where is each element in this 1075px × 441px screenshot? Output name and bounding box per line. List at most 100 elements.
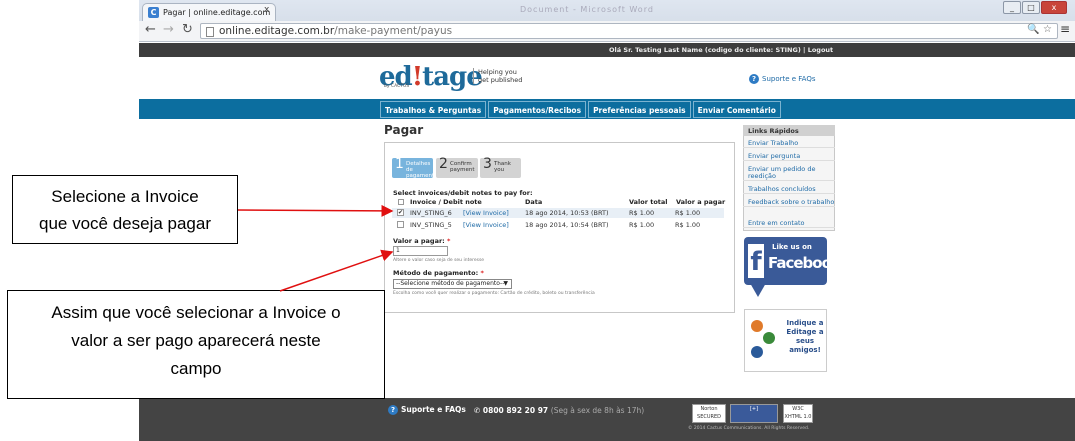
chevron-down-icon: ▼ (503, 280, 508, 287)
method-value: --Selecione método de pagamento-- (396, 280, 505, 287)
amount-label: Valor a pagar: * (393, 237, 450, 245)
facebook-banner-tail (750, 283, 766, 297)
logo-bang: ! (411, 62, 423, 92)
footer-support-link[interactable]: ? Suporte e FAQs (388, 405, 466, 415)
required-mark: * (447, 237, 451, 245)
amount-help: Altere o valor caso seja de seu interess… (393, 258, 485, 263)
quick-link-enviar-pergunta[interactable]: Enviar pergunta (743, 153, 835, 161)
support-link[interactable]: ? Suporte e FAQs (749, 74, 816, 84)
invoice-id: INV_STING_5 (410, 221, 452, 229)
table-row[interactable]: ✔ INV_STING_6 [View Invoice] 18 ago 2014… (392, 208, 724, 218)
tagline-line-1: Helping you (478, 68, 517, 76)
step-label: Confirm payment (450, 161, 475, 173)
arrow-to-amount (279, 249, 394, 292)
nav-comentario[interactable]: Enviar Comentário (692, 101, 781, 118)
view-invoice-link[interactable]: [View Invoice] (463, 221, 509, 229)
browser-tab[interactable]: C Pagar | online.editage.com (142, 3, 276, 21)
invoice-to-pay: R$ 1.00 (675, 221, 701, 229)
callout-amount-field: Assim que você selecionar a Invoice o va… (7, 290, 385, 399)
page-icon (206, 27, 214, 37)
minimize-button[interactable]: _ (1003, 1, 1021, 14)
quick-link-concluidos[interactable]: Trabalhos concluídos (743, 186, 835, 194)
security-badge[interactable]: [+] (730, 404, 778, 423)
step-label: Detalhes de pagamento (406, 161, 438, 179)
tagline: Helping you get published (473, 68, 522, 84)
step-number: 2 (439, 156, 448, 172)
step-1-details: 1 Detalhes de pagamento (392, 156, 438, 179)
url-host: online.editage.com.br (219, 25, 335, 37)
editage-favicon: C (148, 7, 159, 18)
callout-line: Selecione a Invoice (51, 187, 199, 206)
page-title: Pagar (384, 123, 424, 137)
callout-line: campo (170, 359, 222, 378)
select-invoices-label: Select invoices/debit notes to pay for: (393, 189, 533, 197)
forward-icon[interactable]: → (163, 22, 174, 37)
col-valor-total: Valor total (629, 198, 668, 206)
phone-icon: ✆ (474, 406, 483, 415)
step-number: 3 (483, 156, 492, 172)
norton-badge[interactable]: Norton SECURED (692, 404, 726, 423)
callout-select-invoice: Selecione a Invoice que você deseja paga… (12, 175, 238, 244)
quick-link-contato[interactable]: Entre em contato (743, 220, 835, 228)
tagline-line-2: get published (478, 76, 523, 84)
facebook-icon: f (748, 244, 764, 278)
invoice-total: R$ 1.00 (629, 209, 655, 217)
help-icon: ? (388, 405, 398, 415)
reload-icon[interactable]: ↻ (182, 22, 193, 37)
maximize-button[interactable]: □ (1022, 1, 1040, 14)
address-bar[interactable]: online.editage.com.br/make-payment/payus… (200, 23, 1058, 39)
url-path: /make-payment/payus (334, 25, 453, 37)
indique-text: Indique a Editage a seus amigos! (786, 319, 824, 354)
copyright: © 2014 Cactus Communications. All Rights… (688, 426, 810, 431)
quick-links-title: Links Rápidos (743, 125, 835, 136)
invoice-to-pay: R$ 1.00 (675, 209, 701, 217)
footer-phone: ✆ 0800 892 20 97 (Seg à sex de 8h às 17h… (474, 406, 644, 415)
support-label: Suporte e FAQs (762, 75, 816, 83)
menu-icon[interactable]: ≡ (1060, 22, 1070, 36)
facebook-banner[interactable]: f Like us on Facebook (744, 237, 841, 285)
quick-link-reedicao[interactable]: Enviar um pedido de reedição (743, 166, 835, 181)
step-3-thanks: 3 Thank you (480, 156, 521, 178)
nav-trabalhos[interactable]: Trabalhos & Perguntas (380, 101, 487, 118)
nav-items: Trabalhos & Perguntas Pagamentos/Recibos… (380, 101, 783, 118)
indique-banner[interactable]: Indique a Editage a seus amigos! (744, 309, 827, 372)
footer-hours: (Seg à sex de 8h às 17h) (550, 406, 645, 415)
nav-pagamentos[interactable]: Pagamentos/Recibos (488, 101, 587, 118)
step-label: Thank you (494, 161, 511, 173)
invoice-date: 18 ago 2014, 10:53 (BRT) (525, 209, 609, 217)
invoice-total: R$ 1.00 (629, 221, 655, 229)
arrow-to-invoice (237, 204, 394, 217)
col-valor-pagar: Valor a pagar (676, 198, 726, 206)
tab-title: Pagar | online.editage.com (163, 8, 271, 17)
help-icon: ? (749, 74, 759, 84)
person-icon (751, 346, 763, 358)
tab-close-icon[interactable]: x (264, 5, 269, 15)
view-invoice-link[interactable]: [View Invoice] (463, 209, 509, 217)
logo-byline: by CACTUS (384, 84, 410, 89)
row-checkbox[interactable] (397, 221, 404, 228)
user-bar[interactable]: Olá Sr. Testing Last Name (codigo do cli… (139, 43, 1075, 57)
quick-link-enviar-trabalho[interactable]: Enviar Trabalho (743, 140, 835, 148)
phone-number: 0800 892 20 97 (482, 406, 549, 415)
method-label: Método de pagamento: * (393, 269, 484, 277)
person-icon (751, 320, 763, 332)
zoom-star-icons[interactable]: 🔍 ☆ (1027, 24, 1052, 35)
payment-method-select[interactable]: --Selecione método de pagamento-- ▼ (393, 279, 512, 289)
invoice-date: 18 ago 2014, 10:54 (BRT) (525, 221, 609, 229)
method-label-text: Método de pagamento: (393, 269, 479, 277)
callout-line: que você deseja pagar (38, 214, 212, 233)
footer (139, 398, 1075, 441)
callout-line: Assim que você selecionar a Invoice o (51, 303, 341, 322)
table-row[interactable]: INV_STING_5 [View Invoice] 18 ago 2014, … (392, 220, 724, 230)
step-number: 1 (395, 156, 404, 172)
back-icon[interactable]: ← (145, 22, 156, 37)
quick-link-feedback[interactable]: Feedback sobre o trabalho (743, 199, 835, 207)
w3c-badge[interactable]: W3C XHTML 1.0 (783, 404, 813, 423)
select-all-checkbox[interactable] (398, 199, 404, 205)
amount-input[interactable]: 1 (393, 246, 448, 256)
nav-preferencias[interactable]: Preferências pessoais (588, 101, 691, 118)
row-checkbox[interactable]: ✔ (397, 209, 404, 216)
method-help: Escolha como você quer realizar o pagame… (393, 291, 595, 296)
window-close-button[interactable]: x (1041, 1, 1067, 14)
callout-line: valor a ser pago aparecerá neste (71, 331, 321, 350)
